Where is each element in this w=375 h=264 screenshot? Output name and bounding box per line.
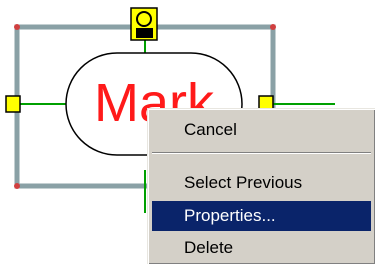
frame-corner-top-right [270,24,276,30]
menu-item-cancel[interactable]: Cancel [152,115,371,145]
menu-item-select-previous[interactable]: Select Previous [152,168,371,198]
handle-top[interactable] [130,7,158,41]
handle-left[interactable] [5,95,21,113]
frame-corner-bottom-left [14,183,20,189]
context-menu: Cancel Select Previous Properties... Del… [147,108,375,264]
frame-corner-top-left [14,24,20,30]
menu-item-properties[interactable]: Properties... [152,201,371,231]
menu-item-delete[interactable]: Delete [152,233,371,263]
menu-separator [152,152,371,154]
